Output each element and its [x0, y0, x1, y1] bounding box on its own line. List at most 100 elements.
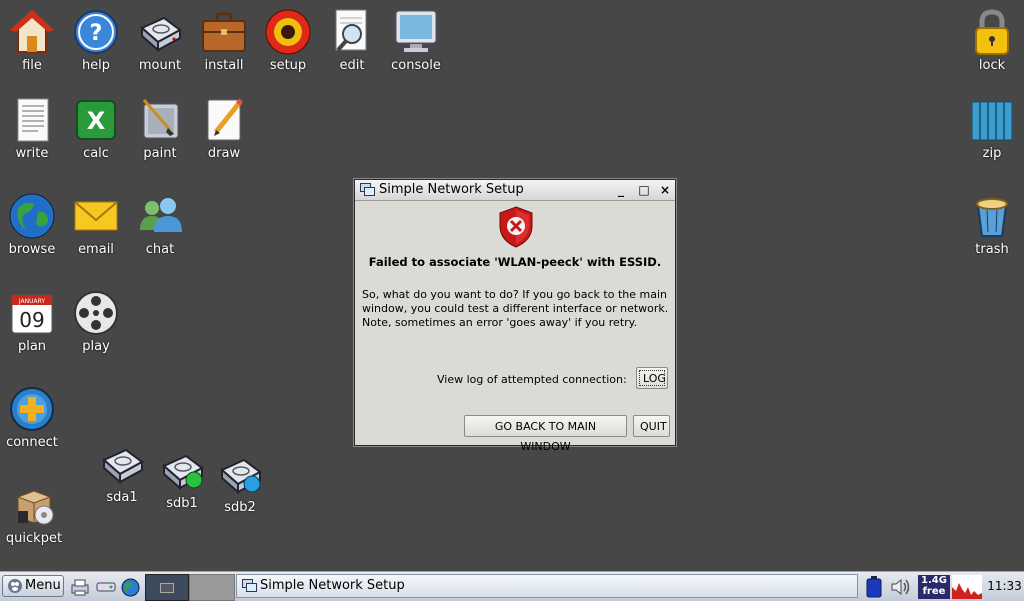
calendar-day: 09 [19, 308, 44, 332]
log-label: View log of attempted connection: [437, 373, 627, 386]
trash-bin-icon [968, 192, 1016, 240]
taskbar: Menu Simple Network Setup 1.4G free 11:3… [0, 571, 1024, 601]
desktop-icon-help[interactable]: ? help [64, 8, 128, 73]
cpu-load-graph[interactable] [952, 575, 982, 599]
desktop-icon-label: chat [145, 242, 175, 257]
desktop-icon-paint[interactable]: paint [128, 96, 192, 161]
battery-icon[interactable] [866, 576, 882, 598]
desktop-icon-label: connect [6, 435, 58, 450]
desktop-icon-label: file [22, 58, 42, 73]
desktop-pager-1[interactable] [145, 574, 189, 601]
network-error-dialog: Simple Network Setup _ □ × Failed to ass… [354, 179, 676, 453]
desktop-icon-connect[interactable]: connect [0, 385, 64, 450]
desktop-icon-label: trash [975, 242, 1009, 257]
monitor-icon [392, 8, 440, 56]
quit-button[interactable]: QUIT [633, 415, 670, 437]
desktop-icon-label: sdb1 [166, 496, 198, 511]
desktop-icon-label: quickpet [5, 531, 63, 546]
desktop-icon-label: plan [17, 339, 47, 354]
desktop-icon-write[interactable]: write [0, 96, 64, 161]
desktop-icon-label: calc [83, 146, 109, 161]
menu-button[interactable]: Menu [2, 575, 64, 597]
desktop-icon-edit[interactable]: edit [320, 8, 384, 73]
desktop-icon-chat[interactable]: chat [128, 192, 192, 257]
drive-mounted-green-icon [158, 446, 206, 494]
desktop-icon-zip[interactable]: zip [960, 96, 1024, 161]
desktop-icon-quickpet[interactable]: quickpet [2, 481, 66, 546]
dialog-title: Simple Network Setup [379, 182, 524, 197]
log-button[interactable]: LOG [636, 367, 668, 389]
desktop-icon-draw[interactable]: draw [192, 96, 256, 161]
printer-icon[interactable] [70, 578, 90, 596]
desktop-icon-label: email [78, 242, 114, 257]
error-heading: Failed to associate 'WLAN-peeck' with ES… [368, 255, 662, 269]
desktop-icon-label: lock [978, 58, 1006, 73]
clock[interactable]: 11:33 [985, 572, 1024, 601]
back-to-main-button[interactable]: GO BACK TO MAIN WINDOW [464, 415, 627, 453]
desktop-icon-label: play [82, 339, 110, 354]
package-box-icon [10, 481, 58, 529]
desktop-icon-label: install [204, 58, 244, 73]
desktop-icon-label: sda1 [106, 490, 138, 505]
desktop-icon-email[interactable]: email [64, 192, 128, 257]
spreadsheet-icon: X [72, 96, 120, 144]
pencil-document-icon [200, 96, 248, 144]
desktop-icon-label: console [391, 58, 441, 73]
desktop-icon-sda1[interactable]: sda1 [90, 440, 154, 505]
minimize-button[interactable]: _ [613, 182, 629, 198]
chat-people-icon [136, 192, 184, 240]
desktop-icon-browse[interactable]: browse [0, 192, 64, 257]
calendar-month: JANUARY [18, 298, 46, 305]
menu-label: Menu [25, 578, 61, 593]
drive-mounted-blue-icon [216, 450, 264, 498]
desktop-icon-calc[interactable]: X calc [64, 96, 128, 161]
help-question-icon: ? [72, 8, 120, 56]
globe-icon [8, 192, 56, 240]
error-shield-icon [499, 206, 533, 248]
document-icon [8, 96, 56, 144]
archive-books-icon [968, 96, 1016, 144]
magnifier-document-icon [328, 8, 376, 56]
dialog-titlebar[interactable]: Simple Network Setup _ □ × [355, 180, 675, 201]
desktop-icon-sdb1[interactable]: sdb1 [150, 446, 214, 511]
desktop-icon-label: help [81, 58, 111, 73]
window-app-icon [360, 183, 375, 196]
connect-icon [8, 385, 56, 433]
volume-icon[interactable] [890, 577, 912, 597]
maximize-button[interactable]: □ [636, 182, 652, 198]
desktop-icon-install[interactable]: install [192, 8, 256, 73]
desktop-icon-plan[interactable]: JANUARY 09 plan [0, 289, 64, 354]
close-button[interactable]: × [657, 182, 673, 198]
desktop-icon-label: draw [207, 146, 241, 161]
free-space-indicator[interactable]: 1.4G free [918, 575, 950, 599]
desktop-icon-label: setup [269, 58, 307, 73]
desktop-icon-label: paint [143, 146, 177, 161]
desktop-pager-2[interactable] [189, 574, 235, 601]
desktop-icon-trash[interactable]: trash [960, 192, 1024, 257]
desktop-icon-setup[interactable]: setup [256, 8, 320, 73]
calendar-icon: JANUARY 09 [8, 289, 56, 337]
desktop-icon-play[interactable]: play [64, 289, 128, 354]
desktop-icon-lock[interactable]: lock [960, 8, 1024, 73]
padlock-icon [968, 8, 1016, 56]
desktop-icon-console[interactable]: console [384, 8, 448, 73]
drive-shortcut-icon[interactable] [96, 578, 116, 596]
svg-text:?: ? [90, 21, 103, 46]
drive-icon [98, 440, 146, 488]
menu-logo-icon [7, 578, 23, 594]
free-space-label: free [922, 586, 946, 597]
desktop-icon-label: zip [982, 146, 1002, 161]
setup-target-icon [264, 8, 312, 56]
desktop-icon-label: write [15, 146, 49, 161]
desktop-icon-file[interactable]: file [0, 8, 64, 73]
task-window-icon [242, 579, 257, 592]
desktop-icon-label: browse [8, 242, 56, 257]
pager-window-thumb [160, 583, 174, 593]
svg-text:X: X [87, 107, 106, 135]
desktop-icon-sdb2[interactable]: sdb2 [208, 450, 272, 515]
envelope-icon [72, 192, 120, 240]
taskbar-item-network-setup[interactable]: Simple Network Setup [236, 574, 858, 598]
desktop-icon-mount[interactable]: mount [128, 8, 192, 73]
home-folder-icon [8, 8, 56, 56]
browser-globe-icon[interactable] [121, 578, 140, 597]
